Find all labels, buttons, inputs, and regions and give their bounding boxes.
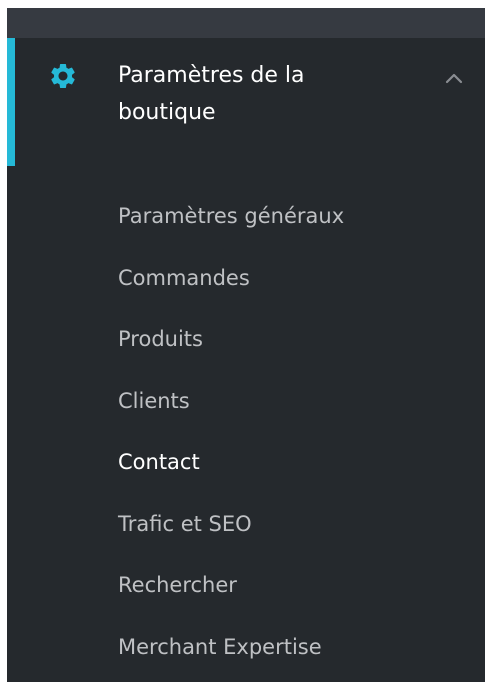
submenu-item-orders[interactable]: Commandes (7, 248, 485, 310)
submenu-item-products[interactable]: Produits (7, 309, 485, 371)
submenu-item-customers[interactable]: Clients (7, 371, 485, 433)
gear-icon (51, 63, 75, 88)
submenu: Paramètres généraux Commandes Produits C… (7, 186, 485, 678)
active-indicator (7, 38, 15, 166)
menu-item-shop-parameters[interactable]: Paramètres de la boutique (7, 38, 485, 166)
submenu-item-merchant-expertise[interactable]: Merchant Expertise (7, 617, 485, 679)
submenu-item-general-settings[interactable]: Paramètres généraux (7, 186, 485, 248)
submenu-item-traffic-seo[interactable]: Trafic et SEO (7, 494, 485, 556)
previous-menu-item[interactable] (7, 8, 485, 38)
menu-item-label: Paramètres de la boutique (118, 63, 305, 125)
submenu-item-search[interactable]: Rechercher (7, 555, 485, 617)
chevron-up-icon[interactable] (444, 72, 464, 84)
sidebar: Paramètres de la boutique Paramètres gén… (7, 8, 485, 682)
submenu-item-contact[interactable]: Contact (7, 432, 485, 494)
